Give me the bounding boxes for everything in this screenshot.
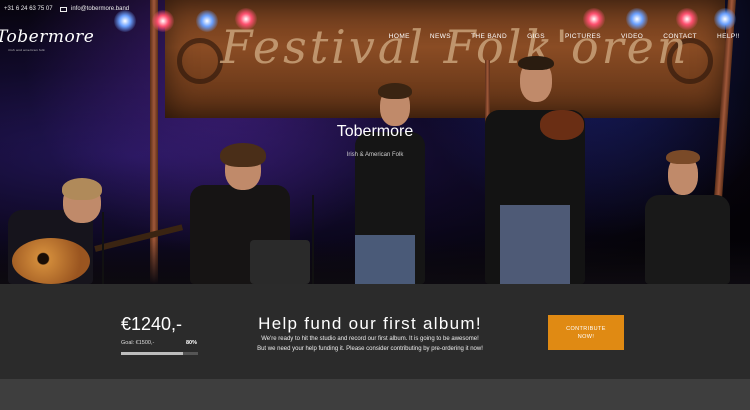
nav-contact[interactable]: CONTACT xyxy=(663,33,697,40)
funded-amount: €1240,- xyxy=(121,314,183,334)
nav-gigs[interactable]: GIGS xyxy=(527,33,545,40)
nav-video[interactable]: VIDEO xyxy=(621,33,643,40)
logo-subtitle: irish and american folk xyxy=(8,48,45,52)
fund-description-line-1: We're ready to hit the studio and record… xyxy=(261,336,479,342)
fund-title: Help fund our first album! xyxy=(258,314,482,333)
nav-pictures[interactable]: PICTURES xyxy=(565,33,601,40)
percent-label: 80% xyxy=(186,340,198,346)
email-address: info@tobermore.band xyxy=(71,6,130,12)
nav-the-band[interactable]: THE BAND xyxy=(471,33,507,40)
nav-help[interactable]: HELP!! xyxy=(717,33,740,40)
fund-description-line-2: But we need your help funding it. Please… xyxy=(257,346,483,352)
contribute-button[interactable]: CONTRIBUTE NOW! xyxy=(548,315,624,350)
goal-label: Goal: €1500,- xyxy=(121,340,155,346)
crowdfund-section: €1240,- Goal: €1500,- 80% Help fund our … xyxy=(0,284,750,379)
nav-news[interactable]: NEWS xyxy=(430,33,451,40)
main-nav: HOME NEWS THE BAND GIGS PICTURES VIDEO C… xyxy=(369,33,740,40)
hero-title: Tobermore xyxy=(336,123,414,140)
top-bar: +31 6 24 63 75 07 info@tobermore.band To… xyxy=(0,0,750,56)
phone-link[interactable]: +31 6 24 63 75 07 xyxy=(4,6,53,12)
progress-fill xyxy=(121,352,183,355)
logo-text: Tobermore xyxy=(0,27,95,47)
footer-strip xyxy=(0,379,750,410)
nav-home[interactable]: HOME xyxy=(389,33,410,40)
phone-number: +31 6 24 63 75 07 xyxy=(4,6,53,12)
progress-bar xyxy=(121,352,198,355)
envelope-icon xyxy=(60,6,67,12)
email-link[interactable]: info@tobermore.band xyxy=(60,6,129,12)
hero-subtitle: Irish & American Folk xyxy=(346,152,404,158)
